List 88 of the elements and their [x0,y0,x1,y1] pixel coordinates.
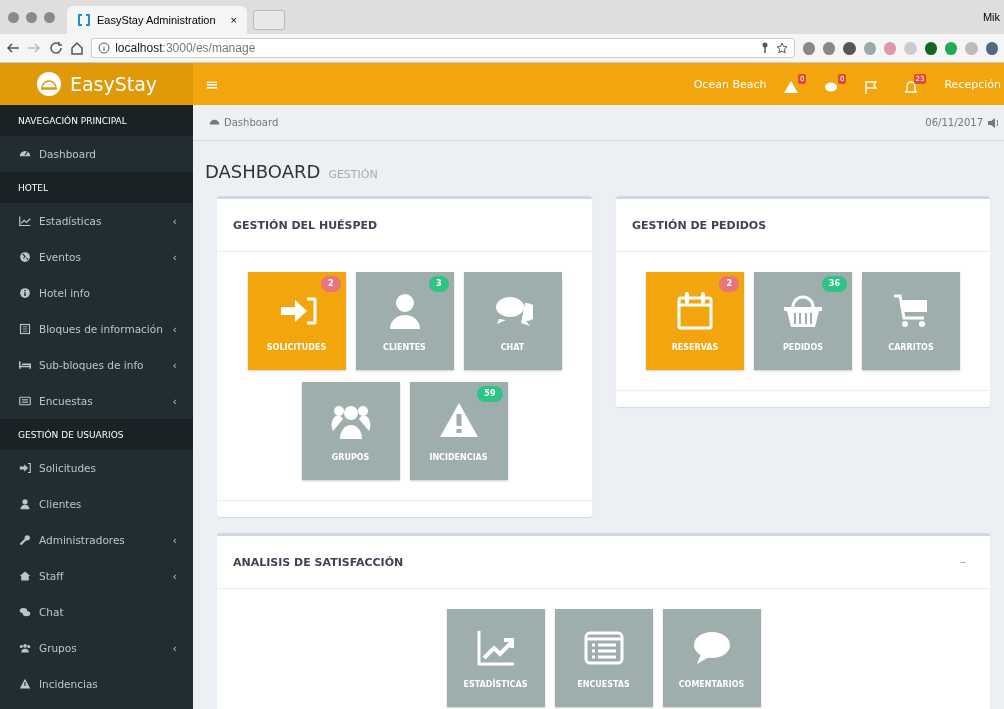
page-title: DASHBOARD [205,161,321,182]
chevron-icon: ‹ [172,394,177,408]
sidebar-item[interactable]: Clientes [0,486,193,522]
chat-icon [19,606,31,618]
dashboard-tile[interactable]: ESTADÍSTICAS [446,609,545,707]
close-window-button[interactable] [8,11,19,23]
flag-icon [864,80,879,94]
count-badge: 2 [719,276,739,292]
reload-icon[interactable] [48,41,62,55]
extension-icon[interactable] [985,41,998,55]
chevron-icon: ‹ [172,641,177,655]
sidebar-section-header: NAVEGACIÓN PRINCIPAL [0,105,193,136]
user-icon [19,498,31,510]
chevron-icon: ‹ [172,358,177,372]
browser-tab[interactable]: EasyStay Administration × [67,6,247,34]
dashboard-tile[interactable]: ENCUESTAS [554,609,653,707]
collapse-button[interactable]: – [960,555,966,569]
sidebar-item[interactable]: Sub-bloques de info ‹ [0,347,193,383]
maximize-window-button[interactable] [44,11,55,23]
sidebar-item[interactable]: Incidencias [0,666,193,702]
chevron-icon: ‹ [172,250,177,264]
sidebar-item[interactable]: Staff ‹ [0,558,193,594]
back-icon[interactable] [6,41,20,55]
bed-icon [19,359,31,371]
extension-icon[interactable] [924,41,937,55]
dashboard-tile[interactable]: CHAT [463,272,562,370]
info-icon [19,287,31,299]
speaker-icon[interactable] [987,117,998,128]
warning-icon [19,678,31,690]
chevron-icon: ‹ [172,569,177,583]
sidebar-item[interactable]: Bloques de información ‹ [0,311,193,347]
chevron-icon: ‹ [172,214,177,228]
panel-title: GESTIÓN DEL HUÉSPED [233,218,379,232]
minimize-window-button[interactable] [26,11,37,23]
sidebar-item[interactable]: Chat [0,594,193,630]
count-badge: 3 [428,276,449,292]
dashboard-tile[interactable]: COMENTARIOS [662,609,761,707]
logo[interactable]: EasyStay [0,63,193,105]
profile-name[interactable]: Mik [982,11,1000,23]
sidebar-section-header: HOTEL [0,172,193,203]
line-chart-icon [19,215,31,227]
dashboard-tile[interactable]: 3 CLIENTES [355,272,454,370]
extension-icon[interactable] [802,41,815,55]
sidebar-item[interactable]: Eventos ‹ [0,239,193,275]
forward-icon[interactable] [27,41,41,55]
house-icon [19,570,31,582]
group-icon [19,642,31,654]
warning-icon [784,80,799,94]
dashboard-tile[interactable]: 2 RESERVAS [646,272,744,370]
sidebar-item[interactable]: Hotel info [0,275,193,311]
dashboard-tile[interactable]: CARRITOS [862,272,960,370]
sidebar-item[interactable]: Solicitudes [0,450,193,486]
info-icon [98,42,111,54]
favicon-icon [77,13,91,27]
dashboard-tile[interactable]: 2 SOLICITUDES [247,272,346,370]
breadcrumb-link[interactable]: Dashboard [224,117,279,128]
sidebar-item[interactable]: Administradores ‹ [0,522,193,558]
list-icon [19,323,31,335]
panel-title: GESTIÓN DE PEDIDOS [632,218,768,232]
address-bar[interactable]: localhost:3000/es/manage [91,38,795,58]
count-badge: 59 [477,386,503,402]
sidebar-item[interactable]: Grupos ‹ [0,630,193,666]
extension-icon[interactable] [822,41,836,55]
count-badge: 36 [821,276,847,292]
sidebar-item[interactable]: Encuestas ‹ [0,383,193,419]
chat-icon [824,80,839,94]
chevron-icon: ‹ [172,533,177,547]
dashboard-tile[interactable]: GRUPOS [301,382,400,480]
calendar-icon [675,290,715,331]
sidebar-section-header: GESTIÓN DE USUARIOS [0,419,193,450]
dashboard-tile[interactable]: 36 PEDIDOS [754,272,852,370]
tab-close-button[interactable]: × [230,14,237,26]
date-label: 06/11/2017 [925,117,983,128]
home-icon[interactable] [69,41,84,55]
panel-title: ANALISIS DE SATISFACCIÓN [233,555,405,569]
sidebar-item[interactable]: Estadísticas ‹ [0,203,193,239]
bell-icon [904,80,919,94]
chevron-icon: ‹ [172,322,177,336]
extension-icon[interactable] [843,41,856,55]
sign-in-icon [19,462,31,474]
list-icon [19,395,31,407]
dashboard-tile[interactable]: 59 INCIDENCIAS [409,382,508,480]
cloche-icon [35,71,62,97]
star-icon[interactable] [775,42,788,54]
page-subtitle: GESTIÓN [328,168,378,181]
sidebar-item[interactable]: Dashboard [0,136,193,172]
wrench-icon [19,534,31,546]
count-badge: 2 [320,276,341,292]
